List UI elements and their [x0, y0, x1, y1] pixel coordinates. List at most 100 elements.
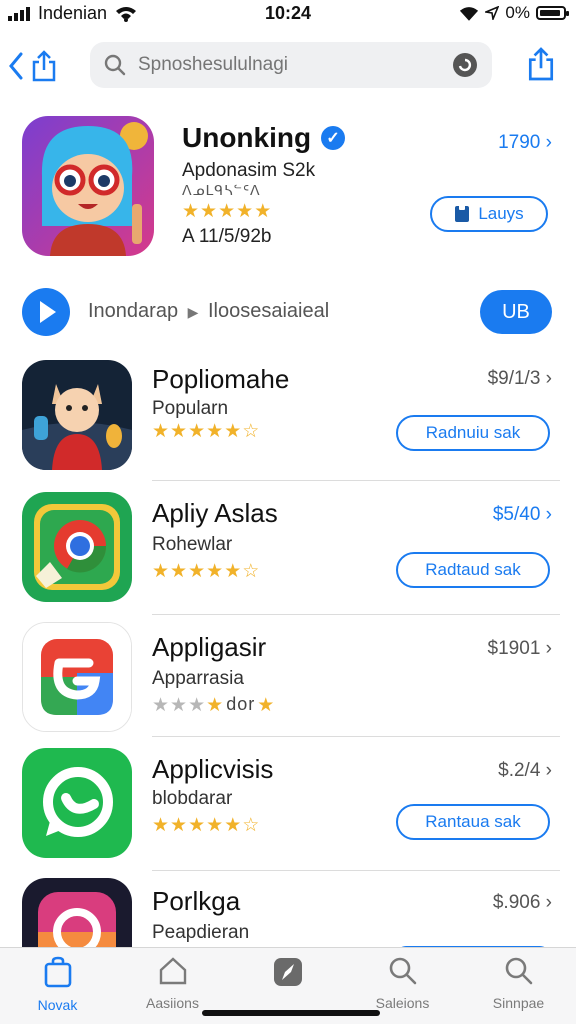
verified-badge-icon: ✓ — [321, 126, 346, 150]
app-price[interactable]: $5/40 › — [493, 504, 552, 526]
lock-icon — [455, 205, 470, 222]
app-subtitle: blobdarar — [152, 788, 233, 809]
list-item[interactable]: Popliomahe Popularn ★ ★ ★ ★ ★ ☆ $9/1/3 › Radn… — [0, 360, 576, 474]
tab-label: Saleions — [375, 995, 430, 1011]
list-item[interactable]: Appligasir Apparrasia ★ ★ ★ ★ dor ★ $1901 › — [0, 622, 576, 732]
wifi-icon — [460, 6, 479, 21]
app-icon[interactable] — [22, 748, 132, 858]
preview-label: Inondarap ▶ Iloosesaiaieal — [88, 300, 329, 323]
preview-row: Inondarap ▶ Iloosesaiaieal UB — [0, 288, 576, 336]
status-bar: Indenian 10:24 0% — [0, 0, 576, 28]
preview-label-secondary: Iloosesaiaieal — [207, 300, 330, 322]
caret-right-icon: ▶ — [187, 304, 199, 320]
app-subtitle: Rohewlar — [152, 534, 233, 555]
divider — [152, 870, 560, 871]
search-icon — [104, 54, 126, 76]
navigation-bar — [0, 38, 576, 92]
tab-compass[interactable] — [230, 956, 345, 997]
app-price[interactable]: $.906 › — [493, 892, 552, 914]
list-item[interactable]: Porlkga Peapdieran $.906 › — [0, 878, 576, 948]
search-icon — [389, 957, 416, 985]
tab-saleions[interactable]: Saleions — [345, 956, 460, 1011]
play-icon[interactable] — [22, 288, 70, 336]
app-price-text: $1901 — [487, 638, 541, 659]
search-input[interactable] — [136, 53, 452, 77]
app-price[interactable]: $9/1/3 › — [488, 368, 552, 390]
app-price-text: $9/1/3 — [487, 368, 541, 389]
status-right: 0% — [459, 3, 569, 23]
app-name: Appligasir — [152, 632, 267, 662]
tab-novak[interactable]: Novak — [0, 956, 115, 1013]
featured-title-text: Unonking — [182, 122, 312, 153]
clear-icon[interactable] — [452, 52, 478, 78]
preview-pill-button[interactable]: UB — [480, 290, 552, 334]
chevron-right-icon: › — [545, 368, 552, 389]
share-icon[interactable] — [526, 46, 556, 82]
app-subtitle: Peapdieran — [152, 922, 250, 943]
featured-meta: A 11/5/92b — [182, 226, 272, 247]
tab-label: Sinnpae — [492, 995, 545, 1011]
app-price[interactable]: $.2/4 › — [498, 760, 552, 782]
get-button[interactable]: Rantaua sak — [396, 804, 550, 840]
get-button[interactable]: Radnuiu sak — [396, 415, 550, 451]
home-indicator — [202, 1010, 380, 1016]
star-rating: ★ ★ ★ ★ ★ ☆ — [152, 561, 261, 582]
app-subtitle: Apparrasia — [152, 668, 244, 689]
tab-label: Aasiions — [146, 995, 199, 1011]
app-name: Popliomahe — [152, 364, 290, 394]
featured-app-icon[interactable] — [22, 116, 154, 256]
star-rating: ★ ★ ★ ★ ★ ☆ — [152, 815, 261, 836]
app-icon[interactable] — [22, 360, 132, 470]
share-icon[interactable] — [30, 50, 58, 82]
tab-bar: Novak Aasiions Saleions Sinnpae — [0, 947, 576, 1024]
preview-label-main: Inondarap — [88, 300, 179, 322]
divider — [152, 614, 560, 615]
chevron-right-icon: › — [545, 132, 552, 153]
app-price-text: $.906 — [492, 892, 541, 913]
chevron-right-icon: › — [545, 892, 552, 913]
search-icon — [505, 957, 532, 985]
tab-aasiions[interactable]: Aasiions — [115, 956, 230, 1011]
store-bag-icon — [44, 956, 71, 988]
star-rating: ★ ★ ★ ★ dor ★ — [152, 694, 276, 716]
app-price-text: $.2/4 — [498, 760, 541, 781]
app-subtitle: Popularn — [152, 398, 229, 419]
search-bar[interactable] — [90, 42, 492, 88]
list-item[interactable]: Apliy Aslas Rohewlar ★ ★ ★ ★ ★ ☆ $5/40 › Radt… — [0, 492, 576, 606]
featured-app[interactable]: Unonking ✓ Apdonasim S2k ᐱᓄᒪᑫᓴᓪᑦᐱ ★ ★ ★ ★ ★ … — [0, 114, 576, 266]
tab-sinnpae[interactable]: Sinnpae — [461, 956, 576, 1011]
list-item[interactable]: Applicvisis blobdarar ★ ★ ★ ★ ★ ☆ $.2/4 › Ran… — [0, 748, 576, 858]
rating-text: dor — [226, 694, 256, 714]
battery-percent: 0% — [505, 3, 530, 22]
tab-label: Novak — [37, 997, 78, 1013]
star-rating: ★ ★ ★ ★ ★ ☆ — [152, 421, 261, 442]
battery-icon — [536, 6, 569, 20]
chevron-right-icon: › — [545, 504, 552, 525]
featured-price[interactable]: 1790 › — [498, 132, 552, 154]
divider — [152, 736, 560, 737]
chevron-right-icon: › — [545, 760, 552, 781]
app-name: Porlkga — [152, 886, 241, 916]
featured-developer: Apdonasim S2k — [182, 160, 316, 181]
app-name: Applicvisis — [152, 754, 274, 784]
chevron-right-icon: › — [545, 638, 552, 659]
app-price-text: $5/40 — [492, 504, 541, 525]
featured-tagline: ᐱᓄᒪᑫᓴᓪᑦᐱ — [182, 182, 261, 198]
app-icon[interactable] — [22, 622, 132, 732]
location-arrow-icon — [485, 6, 500, 20]
app-icon[interactable] — [22, 878, 132, 948]
back-button[interactable] — [8, 48, 68, 84]
star-rating: ★ ★ ★ ★ ★ — [182, 201, 273, 222]
get-button[interactable]: Lauys — [430, 196, 548, 232]
featured-app-title: Unonking ✓ — [182, 122, 346, 154]
app-name: Apliy Aslas — [152, 498, 278, 528]
app-price[interactable]: $1901 › — [488, 638, 552, 660]
compass-icon — [273, 958, 302, 986]
get-button[interactable]: Radtaud sak — [396, 552, 550, 588]
featured-price-text: 1790 — [498, 132, 541, 153]
app-icon[interactable] — [22, 492, 132, 602]
home-icon — [159, 957, 186, 985]
get-button-label: Lauys — [478, 204, 524, 223]
divider — [152, 480, 560, 481]
chevron-left-icon — [9, 52, 23, 80]
